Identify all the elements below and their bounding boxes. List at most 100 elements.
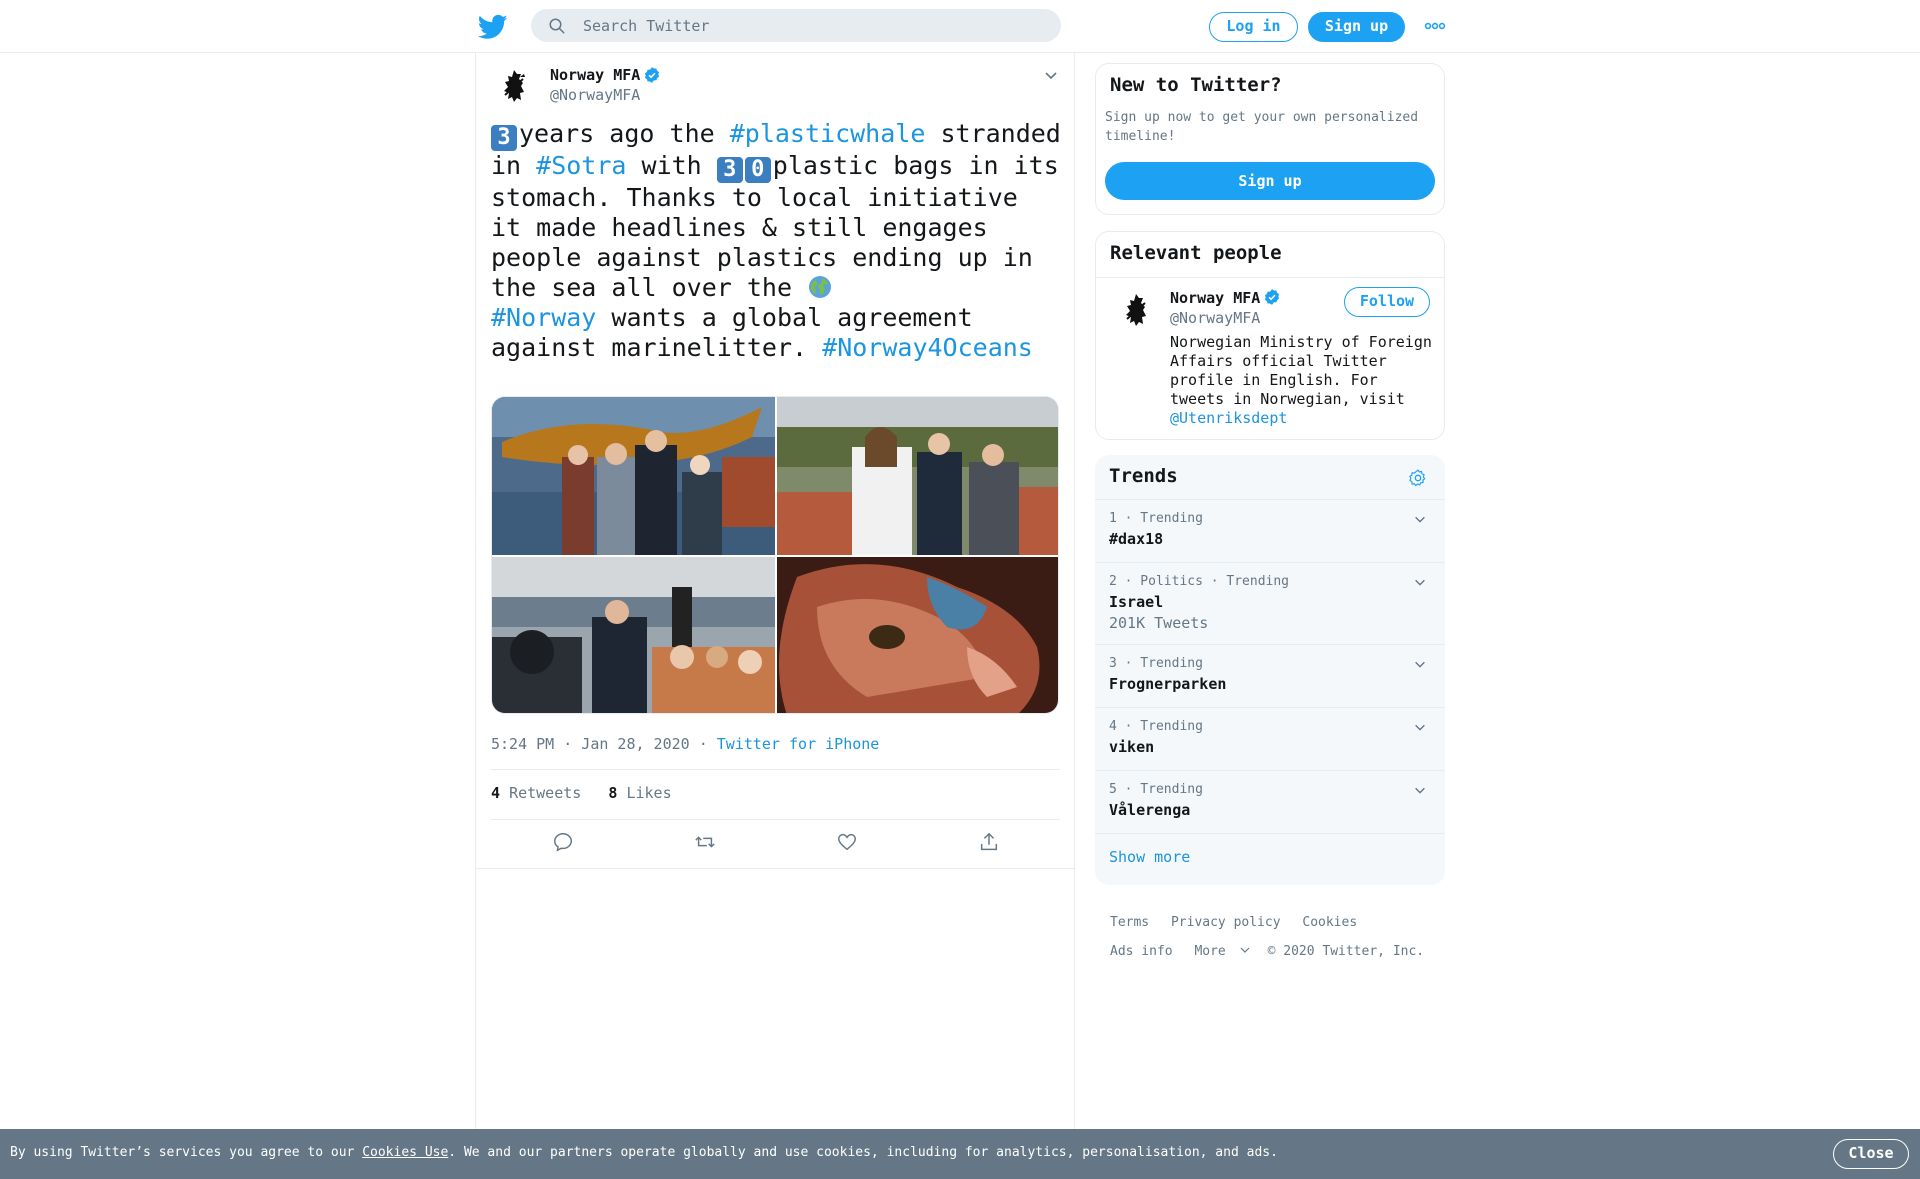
avatar[interactable] [1114,289,1158,333]
norway-coat-of-arms-icon [1114,289,1158,333]
trend-meta: 4 · Trending [1109,719,1203,734]
hashtag-link[interactable]: #plasticwhale [730,119,926,148]
twitter-bird-icon[interactable] [478,12,508,42]
trend-name[interactable]: Frognerparken [1109,675,1226,693]
search-input[interactable]: Search Twitter [583,17,709,35]
relevant-people-card: Relevant people Norway MFA @NorwayMFA Fo… [1095,231,1445,440]
retweets-stat[interactable]: 4 Retweets [491,784,581,802]
trend-meta: 2 · Politics · Trending [1109,574,1290,589]
tweet-source-link[interactable]: Twitter for iPhone [717,735,880,753]
chevron-down-icon[interactable] [1413,575,1427,589]
likes-label: Likes [626,784,672,802]
new-to-twitter-desc: Sign up now to get your own personalized… [1105,110,1419,144]
new-to-twitter-title: New to Twitter? [1110,74,1282,96]
tweet-metadata: 5:24 PM · Jan 28, 2020 · Twitter for iPh… [491,735,879,753]
retweet-icon[interactable] [694,831,716,853]
trend-name[interactable]: Vålerenga [1109,801,1190,819]
search-icon [549,18,565,34]
meta-separator: · [698,735,708,753]
signup-button[interactable]: Sign up [1308,12,1405,42]
footer-terms-link[interactable]: Terms [1110,915,1149,930]
keycap-number: 3 [716,157,743,183]
verified-badge-icon [1264,289,1280,305]
share-icon[interactable] [978,831,1000,853]
login-button[interactable]: Log in [1209,12,1298,42]
chevron-down-icon[interactable] [1413,783,1427,797]
relevant-people-header: Relevant people [1096,232,1444,278]
tweet-text-segment: years ago the [519,119,730,148]
tweet-column: Norway MFA @NorwayMFA 3 years ago the #pl… [475,53,1075,1179]
chevron-down-icon[interactable] [1413,720,1427,734]
footer-ads-info-link[interactable]: Ads info [1110,944,1173,959]
tweet-text: 3 years ago the #plasticwhale stranded in… [491,119,1061,363]
footer-more-link[interactable]: More [1194,944,1250,959]
tweet-media-grid [491,396,1059,714]
retweets-count: 4 [491,784,501,802]
chevron-down-icon[interactable] [1043,67,1059,83]
chevron-down-icon[interactable] [1413,512,1427,526]
chevron-down-icon[interactable] [1413,657,1427,671]
likes-stat[interactable]: 8 Likes [608,784,671,802]
cookie-text-before: By using Twitter’s services you agree to… [10,1145,363,1160]
like-heart-icon[interactable] [836,831,858,853]
trend-meta: 5 · Trending [1109,782,1203,797]
more-options-icon[interactable] [1424,17,1446,35]
verified-badge-icon [644,67,660,83]
author-handle[interactable]: @NorwayMFA [550,86,640,104]
footer-copyright: © 2020 Twitter, Inc. [1267,944,1425,959]
settings-gear-icon[interactable] [1408,468,1428,488]
hashtag-link[interactable]: #Norway [491,303,596,332]
trend-name[interactable]: viken [1109,738,1154,756]
tweet-timestamp[interactable]: 5:24 PM · Jan 28, 2020 [491,735,690,753]
divider [491,769,1060,770]
person-bio-text: Norwegian Ministry of Foreign Affairs of… [1170,333,1432,408]
follow-button[interactable]: Follow [1344,287,1430,317]
search-box[interactable]: Search Twitter [531,9,1061,42]
trend-name[interactable]: Israel [1109,593,1163,611]
trends-card: Trends 1 · Trending #dax18 2 · Politics … [1095,455,1445,885]
tweet-photo-1[interactable] [492,397,775,555]
reply-icon[interactable] [552,831,574,853]
new-to-twitter-card: New to Twitter? Sign up now to get your … [1095,63,1445,215]
tweet-photo-2[interactable] [777,397,1058,555]
trend-item[interactable]: 5 · Trending Vålerenga [1095,771,1445,834]
tweet-photo-3[interactable] [492,557,775,713]
cookie-text-after: . We and our partners operate globally a… [448,1145,1278,1160]
retweets-label: Retweets [509,784,582,802]
trend-name[interactable]: #dax18 [1109,530,1163,548]
hashtag-link[interactable]: #Sotra [536,151,626,180]
person-name[interactable]: Norway MFA [1170,289,1260,307]
divider [476,868,1074,869]
cookie-consent-text: By using Twitter’s services you agree to… [10,1145,1278,1160]
tweet-photo-4[interactable] [777,557,1058,713]
trend-item[interactable]: 4 · Trending viken [1095,708,1445,771]
tweet-actions [491,831,1060,871]
footer-cookies-link[interactable]: Cookies [1302,915,1357,930]
divider [491,819,1060,820]
cookie-close-button[interactable]: Close [1833,1139,1909,1169]
show-more-link[interactable]: Show more [1109,848,1190,866]
mention-link[interactable]: @Utenriksdept [1170,409,1287,427]
footer-more-label: More [1194,944,1226,959]
person-bio: Norwegian Ministry of Foreign Affairs of… [1170,333,1440,428]
cookie-consent-bar: By using Twitter’s services you agree to… [0,1129,1920,1179]
trends-header: Trends [1095,455,1445,500]
trend-count: 201K Tweets [1109,614,1209,632]
cookies-use-link[interactable]: Cookies Use [362,1145,448,1160]
hashtag-link[interactable]: #Norway4Oceans [822,333,1033,362]
trend-item[interactable]: 1 · Trending #dax18 [1095,500,1445,563]
author-name[interactable]: Norway MFA [550,66,640,84]
tweet-text-segment: with [626,151,717,180]
top-nav-bar: Search Twitter Log in Sign up [0,0,1920,53]
trend-meta: 1 · Trending [1109,511,1203,526]
person-handle[interactable]: @NorwayMFA [1170,309,1260,327]
trend-item[interactable]: 2 · Politics · Trending Israel 201K Twee… [1095,563,1445,645]
footer-privacy-link[interactable]: Privacy policy [1171,915,1281,930]
keycap-number: 3 [491,125,517,151]
trend-item[interactable]: 3 · Trending Frognerparken [1095,645,1445,708]
trends-title: Trends [1109,465,1178,487]
chevron-down-icon [1240,947,1250,953]
trend-meta: 3 · Trending [1109,656,1203,671]
avatar[interactable] [492,65,536,109]
sidebar-signup-button[interactable]: Sign up [1105,162,1435,200]
